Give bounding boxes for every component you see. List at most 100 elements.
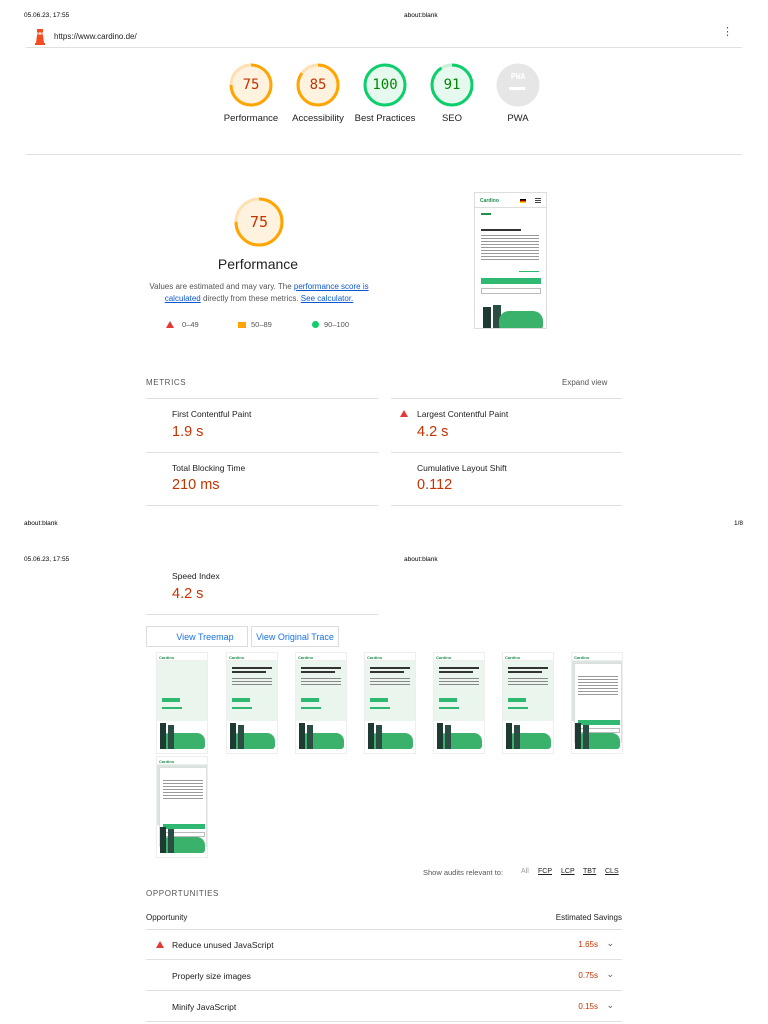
chevron-down-icon[interactable]: ⌄ (606, 969, 614, 980)
divider (391, 398, 622, 399)
performance-gauge-large: 75 (233, 196, 285, 248)
filmstrip-frame: Cardino (571, 652, 623, 754)
view-treemap-label: View Treemap (176, 631, 234, 642)
legend-average: 50–89 (251, 320, 272, 329)
filter-lcp[interactable]: LCP (561, 868, 575, 875)
divider (391, 505, 622, 506)
calculator-link[interactable]: See calculator. (301, 294, 353, 303)
divider (146, 505, 378, 506)
opportunity-column-header: Opportunity (146, 913, 188, 922)
modal-logo (481, 213, 491, 215)
category-gauge[interactable]: 91 SEO (428, 62, 476, 125)
modal-title (481, 229, 521, 231)
category-gauge[interactable]: 85 Accessibility (292, 62, 344, 125)
savings-column-header: Estimated Savings (555, 913, 622, 922)
filmstrip-frame: Cardino (156, 756, 208, 858)
metric-si-value: 4.2 s (172, 586, 204, 602)
more-menu-icon[interactable]: ⋮ (722, 27, 733, 38)
report-url[interactable]: https://www.cardino.de/ (54, 32, 137, 41)
metric-lcp-fail-icon (400, 409, 408, 419)
print-date: 05.06.23, 17:55 (24, 556, 70, 563)
opportunity-label: Reduce unused JavaScript (172, 940, 274, 950)
divider (391, 452, 622, 453)
category-score: 85 (309, 77, 327, 93)
view-treemap-button[interactable]: View Treemap (146, 626, 248, 647)
filter-fcp[interactable]: FCP (538, 868, 552, 875)
filmstrip-frame: Cardino (502, 652, 554, 754)
filmstrip-frame: Cardino (433, 652, 485, 754)
print-title: about:blank (404, 556, 438, 563)
final-screenshot: Cardino (474, 192, 547, 329)
filmstrip-frame: Cardino (364, 652, 416, 754)
desc-text: directly from these metrics. (200, 294, 301, 303)
metric-si-label: Speed Index (172, 571, 220, 581)
accept-button (481, 278, 541, 284)
metric-cls-label: Cumulative Layout Shift (417, 463, 507, 473)
divider (26, 47, 742, 48)
chevron-down-icon[interactable]: ⌄ (606, 1000, 614, 1011)
divider (146, 398, 378, 399)
print-title: about:blank (404, 12, 438, 19)
filmstrip-frame: Cardino (156, 652, 208, 754)
category-gauge[interactable]: PWA PWA (494, 62, 542, 125)
performance-score: 75 (249, 213, 269, 231)
metric-fcp-label: First Contentful Paint (172, 409, 252, 419)
metric-tbt-label: Total Blocking Time (172, 463, 246, 473)
legend-fail: 0–49 (182, 320, 199, 329)
category-label: Accessibility (292, 113, 344, 124)
person-image (483, 307, 491, 328)
category-label: Performance (223, 113, 279, 124)
opportunity-saving: 0.75s (578, 971, 598, 980)
filmstrip-frame: Cardino (226, 652, 278, 754)
category-gauge[interactable]: 100 Best Practices (355, 62, 415, 125)
metric-fcp-value: 1.9 s (172, 424, 204, 440)
filter-cls[interactable]: CLS (605, 868, 619, 875)
filmstrip-frame: Cardino (295, 652, 347, 754)
opportunity-label: Properly size images (172, 971, 251, 981)
filter-all[interactable]: All (521, 868, 529, 875)
hamburger-icon (535, 198, 541, 199)
category-score: 91 (443, 77, 461, 93)
opportunity-label: Minify JavaScript (172, 1002, 237, 1012)
legend-pass-icon (312, 321, 319, 328)
opportunities-heading: OPPORTUNITIES (146, 889, 219, 898)
category-score: PWA (510, 72, 526, 81)
car-image (499, 311, 543, 328)
metric-tbt-value: 210 ms (172, 477, 220, 493)
pwa-dash-icon (509, 87, 525, 90)
divider (475, 207, 546, 208)
metric-lcp-value: 4.2 s (417, 424, 449, 440)
filter-tbt[interactable]: TBT (583, 868, 596, 875)
category-label: SEO (441, 113, 463, 124)
opportunity-row[interactable]: Minify JavaScript 0.15s ⌄ (146, 992, 622, 1022)
divider (146, 614, 378, 615)
chevron-down-icon[interactable]: ⌄ (606, 938, 614, 949)
divider (146, 452, 378, 453)
opportunity-row[interactable]: Reduce unused JavaScript 1.65s ⌄ (146, 930, 622, 960)
opportunity-row[interactable]: Properly size images 0.75s ⌄ (146, 961, 622, 991)
metrics-heading: METRICS (146, 378, 187, 387)
print-page-number: 1/8 (734, 520, 744, 527)
performance-title: Performance (217, 256, 299, 272)
fail-icon (156, 940, 164, 950)
legend-fail-icon (166, 320, 174, 330)
category-score: 100 (372, 77, 398, 93)
performance-description: Values are estimated and may vary. The p… (146, 281, 372, 305)
legend-average-icon (238, 322, 246, 328)
category-score: 75 (242, 77, 260, 93)
flag-icon (520, 199, 526, 203)
filter-label: Show audits relevant to: (423, 868, 504, 877)
modal-link (519, 271, 539, 272)
screenshot-logo: Cardino (480, 198, 499, 204)
view-trace-label: View Original Trace (256, 631, 334, 642)
expand-view-toggle[interactable]: Expand view (562, 378, 607, 387)
settings-button (481, 288, 541, 294)
category-label: Best Practices (354, 113, 416, 124)
modal-text (481, 235, 539, 236)
opportunity-saving: 1.65s (578, 940, 598, 949)
divider (26, 154, 742, 155)
desc-text: Values are estimated and may vary. The (149, 282, 294, 291)
view-original-trace-button[interactable]: View Original Trace (251, 626, 339, 647)
category-gauge[interactable]: 75 Performance (224, 62, 278, 125)
print-date: 05.06.23, 17:55 (24, 12, 70, 19)
